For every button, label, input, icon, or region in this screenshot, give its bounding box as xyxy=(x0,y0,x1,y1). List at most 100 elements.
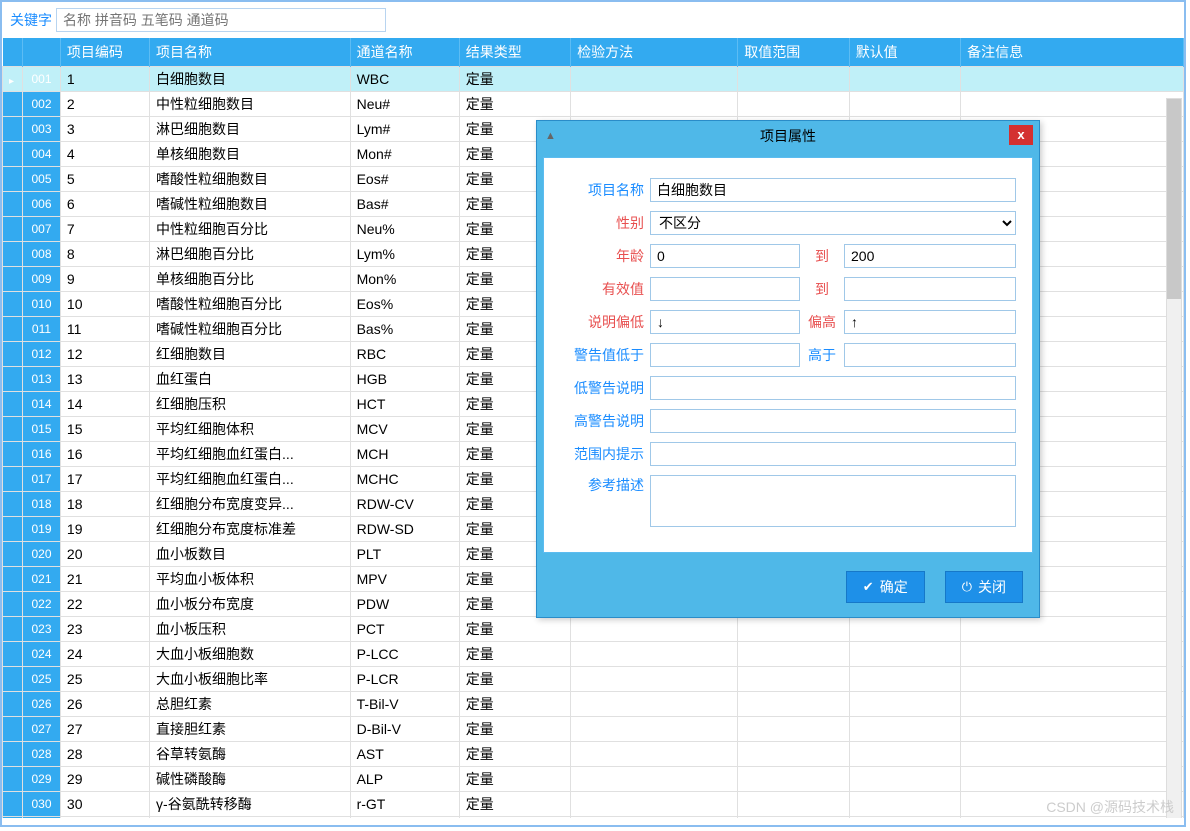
cell-code: 24 xyxy=(60,642,149,667)
cell-method xyxy=(571,792,738,817)
close-button-label: 关闭 xyxy=(978,577,1006,597)
label-age-to: 到 xyxy=(806,246,838,266)
row-marker xyxy=(3,267,23,292)
input-in-range[interactable] xyxy=(650,442,1016,466)
ok-button[interactable]: ✔ 确定 xyxy=(846,571,925,603)
cell-name: 红细胞分布宽度标准差 xyxy=(150,517,351,542)
col-range[interactable]: 取值范围 xyxy=(738,38,849,67)
dialog-close-button[interactable]: x xyxy=(1009,125,1033,145)
table-row[interactable]: 02323血小板压积PCT定量 xyxy=(3,617,1184,642)
cell-name: 嗜碱性粒细胞数目 xyxy=(150,192,351,217)
input-low-desc[interactable] xyxy=(650,310,800,334)
label-warn-low: 警告值低于 xyxy=(560,345,644,365)
input-high-warn-desc[interactable] xyxy=(650,409,1016,433)
cell-name: 单核细胞数目 xyxy=(150,142,351,167)
cell-range xyxy=(738,667,849,692)
cell-default xyxy=(849,817,960,819)
col-channel[interactable]: 通道名称 xyxy=(350,38,459,67)
col-code[interactable]: 项目编码 xyxy=(60,38,149,67)
cell-name: 中性粒细胞数目 xyxy=(150,92,351,117)
search-bar: 关键字 xyxy=(2,2,1184,38)
cell-name: 直接胆红素 xyxy=(150,717,351,742)
cell-default xyxy=(849,92,960,117)
cell-result: 定量 xyxy=(459,667,570,692)
input-warn-high[interactable] xyxy=(844,343,1016,367)
col-name[interactable]: 项目名称 xyxy=(150,38,351,67)
col-method[interactable]: 检验方法 xyxy=(571,38,738,67)
table-row[interactable]: 02424大血小板细胞数P-LCC定量 xyxy=(3,642,1184,667)
input-valid-to[interactable] xyxy=(844,277,1016,301)
cell-range xyxy=(738,67,849,92)
col-marker xyxy=(3,38,23,67)
input-low-warn-desc[interactable] xyxy=(650,376,1016,400)
input-age-to[interactable] xyxy=(844,244,1016,268)
cell-channel: PDW xyxy=(350,592,459,617)
col-rownum xyxy=(23,38,61,67)
table-row[interactable]: 02828谷草转氨酶AST定量 xyxy=(3,742,1184,767)
cell-name: 血小板压积 xyxy=(150,617,351,642)
label-low-warn-desc: 低警告说明 xyxy=(560,378,644,398)
cell-result: 定量 xyxy=(459,792,570,817)
watermark: CSDN @源码技术栈 xyxy=(1046,797,1174,817)
cell-name: 大血小板细胞比率 xyxy=(150,667,351,692)
cell-code: 10 xyxy=(60,292,149,317)
cell-method xyxy=(571,692,738,717)
table-row[interactable]: 03030γ-谷氨酰转移酶r-GT定量 xyxy=(3,792,1184,817)
label-warn-high: 高于 xyxy=(806,345,838,365)
vertical-scrollbar[interactable] xyxy=(1166,98,1182,818)
table-row[interactable]: 02929碱性磷酸酶ALP定量 xyxy=(3,767,1184,792)
close-button[interactable]: ⏻ 关闭 xyxy=(945,571,1023,603)
table-row[interactable]: 0022中性粒细胞数目Neu#定量 xyxy=(3,92,1184,117)
power-icon: ⏻ xyxy=(962,579,972,595)
cell-channel: MPV xyxy=(350,567,459,592)
row-number: 027 xyxy=(23,717,61,742)
table-row[interactable]: 02626总胆红素T-Bil-V定量 xyxy=(3,692,1184,717)
cell-result: 定量 xyxy=(459,67,570,92)
row-marker xyxy=(3,442,23,467)
row-marker xyxy=(3,542,23,567)
cell-channel: Bas# xyxy=(350,192,459,217)
row-marker xyxy=(3,642,23,667)
cell-channel: WBC xyxy=(350,67,459,92)
row-number: 011 xyxy=(23,317,61,342)
row-marker xyxy=(3,617,23,642)
cell-result: 定量 xyxy=(459,642,570,667)
textarea-ref-desc[interactable] xyxy=(650,475,1016,527)
select-gender[interactable]: 不区分 xyxy=(650,211,1016,235)
item-properties-dialog: ▲ 项目属性 x 项目名称 性别 不区分 年龄 到 有效值 xyxy=(536,120,1040,618)
cell-code: 8 xyxy=(60,242,149,267)
search-input[interactable] xyxy=(56,8,386,32)
row-number: 030 xyxy=(23,792,61,817)
row-marker xyxy=(3,742,23,767)
input-valid-from[interactable] xyxy=(650,277,800,301)
table-row[interactable]: 0011白细胞数目WBC定量 xyxy=(3,67,1184,92)
row-number: 016 xyxy=(23,442,61,467)
cell-channel: AST xyxy=(350,742,459,767)
table-row[interactable]: 03131谷丙转氨酶ALT定量 xyxy=(3,817,1184,819)
row-marker xyxy=(3,467,23,492)
cell-default xyxy=(849,67,960,92)
cell-default xyxy=(849,667,960,692)
cell-code: 17 xyxy=(60,467,149,492)
cell-code: 28 xyxy=(60,742,149,767)
cell-channel: T-Bil-V xyxy=(350,692,459,717)
col-result[interactable]: 结果类型 xyxy=(459,38,570,67)
table-row[interactable]: 02727直接胆红素D-Bil-V定量 xyxy=(3,717,1184,742)
table-row[interactable]: 02525大血小板细胞比率P-LCR定量 xyxy=(3,667,1184,692)
input-warn-low[interactable] xyxy=(650,343,800,367)
cell-name: 血小板分布宽度 xyxy=(150,592,351,617)
row-marker xyxy=(3,567,23,592)
input-high-desc[interactable] xyxy=(844,310,1016,334)
dialog-titlebar[interactable]: ▲ 项目属性 x xyxy=(537,121,1039,151)
label-gender: 性别 xyxy=(560,213,644,233)
row-number: 001 xyxy=(23,67,61,92)
col-default[interactable]: 默认值 xyxy=(849,38,960,67)
row-number: 014 xyxy=(23,392,61,417)
scrollbar-thumb[interactable] xyxy=(1167,99,1181,299)
cell-name: 血小板数目 xyxy=(150,542,351,567)
row-number: 017 xyxy=(23,467,61,492)
col-remark[interactable]: 备注信息 xyxy=(961,38,1184,67)
input-item-name[interactable] xyxy=(650,178,1016,202)
row-number: 024 xyxy=(23,642,61,667)
input-age-from[interactable] xyxy=(650,244,800,268)
